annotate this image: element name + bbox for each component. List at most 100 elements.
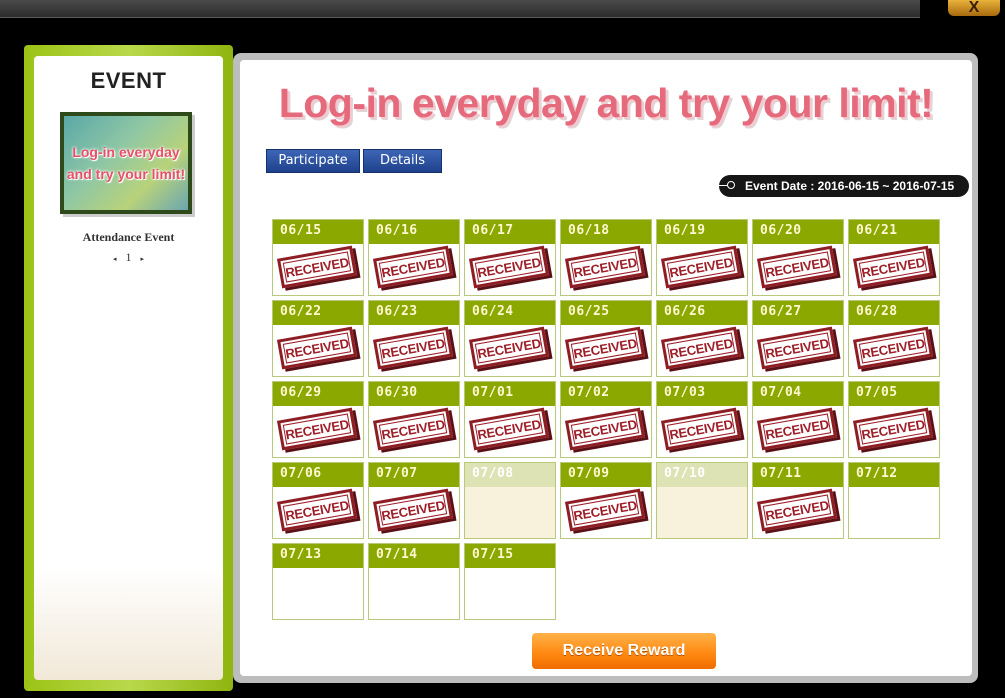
calendar-day-cell: 06/20 RECEIVED (752, 219, 844, 296)
close-button[interactable]: X (948, 0, 1000, 16)
received-stamp: RECEIVED (564, 488, 646, 532)
received-stamp: RECEIVED (852, 245, 934, 289)
participate-button[interactable]: Participate (266, 149, 360, 173)
event-thumbnail-text: Log-in everyday and try your limit! (66, 144, 186, 182)
calendar-day-cell: 07/02 RECEIVED (560, 381, 652, 458)
details-button[interactable]: Details (363, 149, 442, 173)
calendar-day-date: 06/16 (369, 220, 459, 244)
calendar-day-cell: 07/07 RECEIVED (368, 462, 460, 539)
receive-reward-button[interactable]: Receive Reward (532, 633, 716, 669)
calendar-day-cell: 06/17 RECEIVED (464, 219, 556, 296)
calendar-day-date: 06/25 (561, 301, 651, 325)
received-stamp: RECEIVED (564, 245, 646, 289)
calendar-day-cell: 06/30 RECEIVED (368, 381, 460, 458)
calendar-day-date: 06/22 (273, 301, 363, 325)
event-date-badge: Event Date : 2016-06-15 ~ 2016-07-15 (719, 175, 969, 197)
received-stamp: RECEIVED (468, 326, 550, 370)
calendar-day-cell: 07/15 (464, 543, 556, 620)
page-title: Log-in everyday and try your limit! (278, 80, 934, 126)
calendar-day-cell: 07/11 RECEIVED (752, 462, 844, 539)
calendar-day-date: 06/27 (753, 301, 843, 325)
calendar-day-date: 06/15 (273, 220, 363, 244)
calendar-day-date: 07/11 (753, 463, 843, 487)
calendar-day-date: 07/04 (753, 382, 843, 406)
calendar-day-date: 06/28 (849, 301, 939, 325)
calendar-day-date: 07/14 (369, 544, 459, 568)
received-stamp: RECEIVED (756, 488, 838, 532)
calendar-day-date: 07/09 (561, 463, 651, 487)
calendar-day-date: 07/03 (657, 382, 747, 406)
calendar-day-cell: 07/09 RECEIVED (560, 462, 652, 539)
received-stamp: RECEIVED (660, 407, 742, 451)
calendar-day-date: 06/23 (369, 301, 459, 325)
calendar-day-cell: 07/03 RECEIVED (656, 381, 748, 458)
calendar-day-cell: 06/24 RECEIVED (464, 300, 556, 377)
calendar-day-date: 06/19 (657, 220, 747, 244)
timeline-dot-icon (727, 181, 735, 189)
calendar-day-date: 07/02 (561, 382, 651, 406)
calendar-day-date: 06/29 (273, 382, 363, 406)
calendar-day-cell: 07/14 (368, 543, 460, 620)
top-bar (0, 0, 920, 18)
calendar-day-date: 07/12 (849, 463, 939, 487)
calendar-day-cell: 07/01 RECEIVED (464, 381, 556, 458)
calendar-day-date: 07/06 (273, 463, 363, 487)
calendar-day-date: 07/01 (465, 382, 555, 406)
calendar-day-date: 07/07 (369, 463, 459, 487)
received-stamp: RECEIVED (756, 245, 838, 289)
calendar-day-cell: 06/22 RECEIVED (272, 300, 364, 377)
received-stamp: RECEIVED (372, 326, 454, 370)
calendar-day-cell: 06/28 RECEIVED (848, 300, 940, 377)
calendar-day-date: 07/13 (273, 544, 363, 568)
received-stamp: RECEIVED (468, 407, 550, 451)
received-stamp: RECEIVED (564, 326, 646, 370)
calendar-day-date: 07/05 (849, 382, 939, 406)
received-stamp: RECEIVED (276, 326, 358, 370)
received-stamp: RECEIVED (468, 245, 550, 289)
calendar-day-cell: 06/18 RECEIVED (560, 219, 652, 296)
calendar-day-date: 06/18 (561, 220, 651, 244)
calendar-day-date: 06/30 (369, 382, 459, 406)
received-stamp: RECEIVED (564, 407, 646, 451)
calendar-day-date: 07/10 (657, 463, 747, 487)
next-page-icon[interactable]: ▸ (141, 255, 145, 263)
received-stamp: RECEIVED (372, 488, 454, 532)
page-number: 1 (125, 250, 132, 264)
calendar-day-cell: 06/19 RECEIVED (656, 219, 748, 296)
received-stamp: RECEIVED (372, 407, 454, 451)
calendar-day-cell: 06/25 RECEIVED (560, 300, 652, 377)
event-thumbnail[interactable]: Log-in everyday and try your limit! (60, 112, 192, 214)
calendar-day-cell: 07/06 RECEIVED (272, 462, 364, 539)
received-stamp: RECEIVED (660, 245, 742, 289)
calendar-day-cell: 07/10 (656, 462, 748, 539)
event-thumbnail-label: Attendance Event (82, 230, 175, 244)
calendar-day-cell: 07/04 RECEIVED (752, 381, 844, 458)
calendar-day-cell: 06/29 RECEIVED (272, 381, 364, 458)
received-stamp: RECEIVED (276, 488, 358, 532)
calendar-day-date: 06/26 (657, 301, 747, 325)
calendar-day-cell: 06/16 RECEIVED (368, 219, 460, 296)
prev-page-icon[interactable]: ◂ (113, 255, 117, 263)
calendar-day-cell: 07/05 RECEIVED (848, 381, 940, 458)
received-stamp: RECEIVED (756, 407, 838, 451)
calendar-day-cell: 06/26 RECEIVED (656, 300, 748, 377)
calendar-day-date: 07/08 (465, 463, 555, 487)
received-stamp: RECEIVED (756, 326, 838, 370)
calendar-day-date: 07/15 (465, 544, 555, 568)
calendar-day-date: 06/17 (465, 220, 555, 244)
received-stamp: RECEIVED (372, 245, 454, 289)
calendar-day-date: 06/21 (849, 220, 939, 244)
received-stamp: RECEIVED (852, 326, 934, 370)
calendar-day-date: 06/20 (753, 220, 843, 244)
calendar-day-cell: 07/13 (272, 543, 364, 620)
calendar-day-cell: 07/12 (848, 462, 940, 539)
event-date-text: Event Date : 2016-06-15 ~ 2016-07-15 (745, 179, 955, 193)
calendar-day-cell: 06/27 RECEIVED (752, 300, 844, 377)
calendar-day-cell: 07/08 (464, 462, 556, 539)
sidebar-pager: ◂ 1 ▸ (34, 250, 223, 265)
sidebar-title: EVENT (90, 68, 167, 93)
received-stamp: RECEIVED (852, 407, 934, 451)
calendar-day-cell: 06/21 RECEIVED (848, 219, 940, 296)
calendar-day-cell: 06/15 RECEIVED (272, 219, 364, 296)
received-stamp: RECEIVED (276, 245, 358, 289)
